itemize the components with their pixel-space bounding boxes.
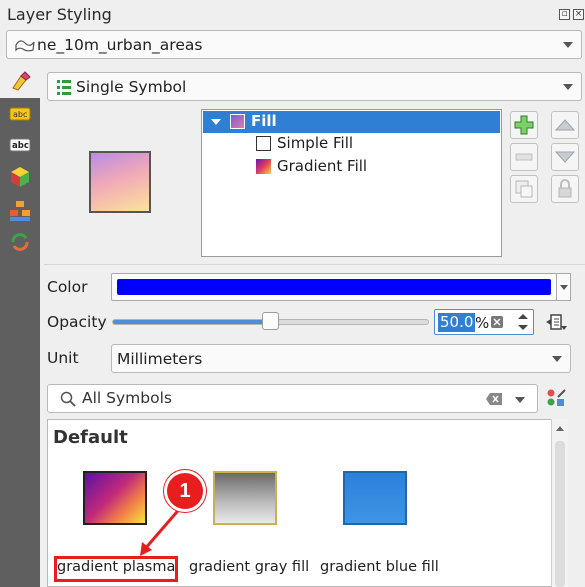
- symbology-icon: [12, 71, 31, 91]
- sidebar-item-symbology[interactable]: [0, 64, 40, 98]
- sidebar-item-3d[interactable]: [9, 166, 31, 187]
- color-button[interactable]: [111, 273, 557, 301]
- opacity-unit: %: [475, 314, 490, 332]
- data-defined-override-icon[interactable]: [545, 312, 569, 332]
- add-icon: [514, 115, 534, 135]
- labels-icon: abc: [9, 107, 31, 121]
- float-panel-icon[interactable]: ▫: [559, 9, 570, 20]
- sidebar-item-diagrams[interactable]: [9, 200, 31, 221]
- opacity-spinbox[interactable]: 50.0 %: [434, 309, 534, 335]
- add-layer-button[interactable]: [510, 111, 538, 139]
- renderer-combo[interactable]: Single Symbol: [47, 72, 582, 101]
- single-symbol-icon: [57, 80, 71, 95]
- svg-text:abc: abc: [12, 141, 29, 151]
- tree-label-gradient-fill: Gradient Fill: [277, 157, 368, 175]
- color-label: Color: [47, 278, 88, 296]
- diagrams-icon: [10, 201, 30, 221]
- move-down-button[interactable]: [551, 143, 579, 171]
- unit-label: Unit: [47, 349, 79, 367]
- style-manager-icon[interactable]: [546, 388, 568, 410]
- sidebar-item-history[interactable]: [9, 232, 31, 251]
- layer-name: ne_10m_urban_areas: [37, 36, 203, 54]
- symbol-search[interactable]: All Symbols: [47, 384, 538, 413]
- opacity-slider-fill: [113, 320, 271, 324]
- 3d-view-icon: [11, 167, 29, 187]
- symbol-label-gradient-gray[interactable]: gradient gray fill: [189, 559, 309, 575]
- chevron-down-icon: [563, 42, 573, 48]
- annotation-number-badge: 1: [164, 470, 206, 512]
- svg-text:abc: abc: [13, 110, 27, 119]
- renderer-value: Single Symbol: [76, 78, 187, 96]
- lock-icon: [558, 179, 572, 198]
- tree-row-simple-fill[interactable]: Simple Fill: [203, 133, 500, 155]
- symbol-preview: [89, 151, 151, 213]
- symbol-thumb-gradient-gray[interactable]: [213, 471, 277, 525]
- group-title: Default: [53, 427, 128, 448]
- move-up-button[interactable]: [551, 111, 579, 139]
- clear-search-icon[interactable]: [486, 393, 502, 405]
- unit-combo[interactable]: Millimeters: [111, 344, 571, 373]
- color-menu-button[interactable]: [556, 273, 571, 301]
- remove-layer-button[interactable]: [510, 143, 538, 171]
- clear-icon[interactable]: [491, 314, 503, 330]
- chevron-down-icon: [552, 356, 562, 362]
- chevron-down-icon: [563, 84, 573, 90]
- duplicate-layer-button[interactable]: [510, 175, 538, 203]
- layer-combo[interactable]: ne_10m_urban_areas: [6, 30, 582, 59]
- scroll-up-icon[interactable]: [556, 426, 564, 431]
- opacity-slider-handle[interactable]: [262, 312, 279, 330]
- history-icon: [11, 233, 29, 251]
- close-panel-icon[interactable]: ×: [573, 9, 584, 20]
- opacity-label: Opacity: [47, 313, 107, 331]
- symbol-thumb-gradient-blue[interactable]: [343, 471, 407, 525]
- tree-row-fill[interactable]: Fill: [203, 111, 500, 133]
- unit-value: Millimeters: [117, 350, 203, 368]
- symbol-label-gradient-blue[interactable]: gradient blue fill: [320, 559, 439, 575]
- polygon-layer-icon: [15, 40, 35, 52]
- lock-layer-button[interactable]: [551, 175, 579, 203]
- symbol-scrollbar[interactable]: [551, 419, 568, 587]
- opacity-value[interactable]: 50.0: [438, 313, 476, 332]
- arrow-up-icon: [554, 119, 576, 131]
- panel-title: Layer Styling: [7, 5, 112, 24]
- chevron-down-icon[interactable]: [515, 397, 525, 403]
- gradient-fill-icon: [256, 159, 271, 174]
- tree-row-gradient-fill[interactable]: Gradient Fill: [203, 156, 500, 178]
- tree-label-simple-fill: Simple Fill: [277, 134, 354, 152]
- duplicate-icon: [515, 180, 533, 198]
- divider: [44, 264, 585, 265]
- tree-label-fill: Fill: [251, 112, 277, 130]
- scroll-thumb[interactable]: [555, 441, 565, 587]
- search-icon: [60, 391, 76, 407]
- color-swatch: [117, 279, 551, 295]
- remove-icon: [515, 153, 533, 161]
- sidebar-item-labels[interactable]: abc: [9, 107, 31, 125]
- expand-arrow-icon[interactable]: [211, 119, 221, 125]
- simple-fill-icon: [256, 136, 271, 151]
- fill-icon: [230, 114, 245, 129]
- spin-arrows-icon[interactable]: [516, 311, 530, 333]
- masks-icon: abc: [9, 138, 31, 152]
- chevron-down-icon: [560, 285, 568, 290]
- search-input[interactable]: All Symbols: [82, 389, 172, 407]
- sidebar-item-masks[interactable]: abc: [9, 138, 31, 156]
- symbol-layer-tree[interactable]: Fill Simple Fill Gradient Fill: [201, 109, 502, 257]
- arrow-down-icon: [554, 151, 576, 163]
